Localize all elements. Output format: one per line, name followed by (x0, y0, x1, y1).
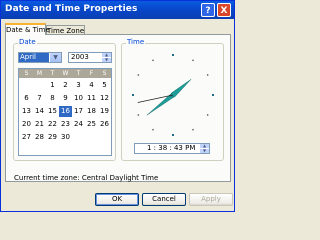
calendar-day[interactable]: 16 (59, 106, 72, 117)
calendar-day[interactable]: 21 (33, 119, 46, 130)
calendar-day[interactable]: 15 (46, 106, 59, 117)
calendar-grid: SMTWTFS 1 2 3 4 5 6 7 8 9 10 11 12 13 14 15 16 17 18 19 20 2… (18, 68, 112, 156)
weekday-header-cell: T (76, 70, 81, 77)
calendar-day[interactable]: 2 (59, 80, 72, 91)
calendar-day[interactable]: 29 (46, 132, 59, 143)
calendar-day[interactable]: 19 (98, 106, 111, 117)
clock-tick (152, 128, 154, 131)
calendar-day[interactable]: 17 (72, 106, 85, 117)
year-value: 2003 (71, 53, 89, 61)
calendar-day[interactable]: 25 (85, 119, 98, 130)
time-input[interactable]: 1 : 38 : 43 PM ▲ ▼ (134, 143, 210, 154)
clock-tick (137, 114, 140, 116)
chevron-down-icon[interactable]: ▼ (50, 53, 61, 62)
month-select[interactable]: April ▼ (18, 52, 62, 63)
calendar-day[interactable]: 1 (46, 80, 59, 91)
clock-tick (137, 74, 140, 76)
title-bar[interactable]: Date and Time Properties ? X (1, 1, 234, 19)
analog-clock (132, 54, 214, 136)
calendar-day[interactable]: 27 (20, 132, 33, 143)
clock-tick (172, 134, 174, 136)
calendar-day[interactable]: 8 (46, 93, 59, 104)
clock-tick (206, 74, 209, 76)
calendar-day[interactable]: 5 (98, 80, 111, 91)
calendar-day[interactable]: 20 (20, 119, 33, 130)
calendar-day[interactable]: 10 (72, 93, 85, 104)
calendar-day[interactable]: 12 (98, 93, 111, 104)
spin-down-icon[interactable]: ▼ (102, 58, 111, 62)
calendar-day[interactable]: 7 (33, 93, 46, 104)
calendar-day[interactable]: 4 (85, 80, 98, 91)
calendar-day[interactable]: 22 (46, 119, 59, 130)
apply-button[interactable]: Apply (189, 193, 233, 206)
time-spin-down-icon[interactable]: ▼ (200, 149, 209, 153)
calendar-day[interactable]: 26 (98, 119, 111, 130)
time-group: Time 1 : 38 : 43 PM ▲ ▼ (121, 38, 224, 161)
clock-tick (132, 94, 134, 96)
calendar-day[interactable]: 11 (85, 93, 98, 104)
weekday-header-cell: T (50, 70, 55, 77)
date-time-properties-window: Date and Time Properties ? X Date & Time… (0, 0, 235, 212)
current-time-zone: Current time zone: Central Daylight Time (14, 174, 158, 182)
calendar-day[interactable]: 3 (72, 80, 85, 91)
weekday-header-cell: W (62, 70, 69, 77)
tab-panel: Date April ▼ 2003 ▲ ▼ SMTWTFS 1234567891… (5, 34, 231, 182)
weekday-header-cell: S (24, 70, 29, 77)
window-title: Date and Time Properties (5, 4, 138, 14)
close-button[interactable]: X (217, 3, 231, 17)
date-group-label: Date (18, 38, 37, 46)
weekday-header-cell: F (89, 70, 94, 77)
clock-tick (206, 114, 209, 116)
cancel-button[interactable]: Cancel (142, 193, 186, 206)
month-value: April (19, 53, 49, 62)
time-value: 1 : 38 : 43 PM (147, 144, 196, 152)
tab-date-time[interactable]: Date & Time (5, 23, 50, 35)
calendar-day[interactable]: 24 (72, 119, 85, 130)
weekday-header: SMTWTFS (19, 69, 111, 78)
calendar-day[interactable]: 28 (33, 132, 46, 143)
calendar-day[interactable]: 18 (85, 106, 98, 117)
time-zone-value: Central Daylight Time (81, 174, 159, 182)
clock-tick (212, 94, 214, 96)
time-zone-label: Current time zone: (14, 174, 80, 182)
help-button[interactable]: ? (201, 3, 215, 17)
calendar-day[interactable]: 14 (33, 106, 46, 117)
hour-hand (170, 79, 192, 98)
clock-tick (192, 59, 194, 62)
ok-button[interactable]: OK (95, 193, 139, 206)
date-group: Date April ▼ 2003 ▲ ▼ SMTWTFS 1234567891… (13, 38, 116, 161)
calendar-day[interactable]: 23 (59, 119, 72, 130)
clock-tick (152, 59, 154, 62)
calendar-day[interactable]: 9 (59, 93, 72, 104)
clock-tick (192, 128, 194, 131)
weekday-header-cell: S (102, 70, 107, 77)
clock-tick (172, 54, 174, 56)
calendar-day[interactable]: 30 (59, 132, 72, 143)
calendar-day[interactable]: 13 (20, 106, 33, 117)
calendar-day[interactable]: 6 (20, 93, 33, 104)
time-group-label: Time (126, 38, 146, 46)
weekday-header-cell: M (36, 70, 43, 77)
year-stepper[interactable]: 2003 ▲ ▼ (68, 52, 112, 63)
